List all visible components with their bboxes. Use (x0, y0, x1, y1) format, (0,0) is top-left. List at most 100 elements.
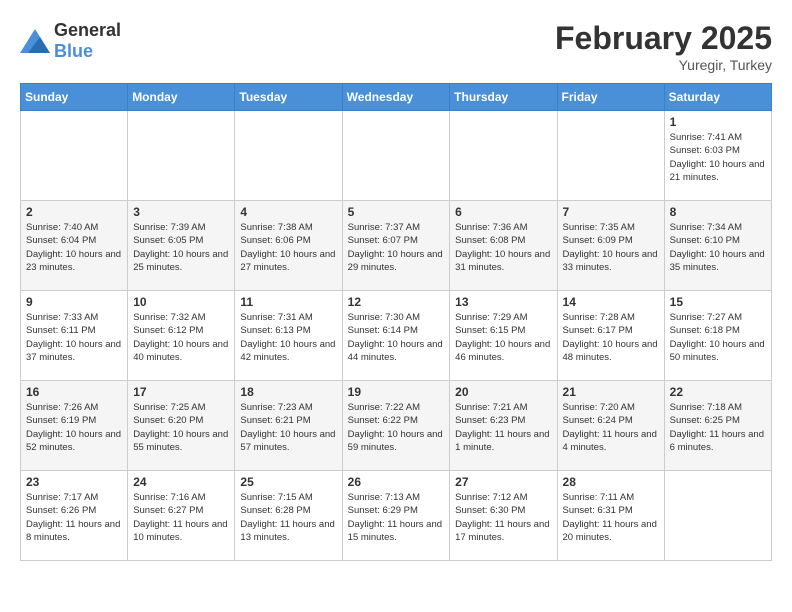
day-info: Sunrise: 7:32 AMSunset: 6:12 PMDaylight:… (133, 311, 229, 364)
day-cell: 26 Sunrise: 7:13 AMSunset: 6:29 PMDayligh… (342, 471, 450, 561)
day-cell: 27 Sunrise: 7:12 AMSunset: 6:30 PMDayligh… (450, 471, 557, 561)
logo-blue: Blue (54, 41, 93, 61)
day-info: Sunrise: 7:36 AMSunset: 6:08 PMDaylight:… (455, 221, 551, 274)
day-number: 2 (26, 205, 122, 219)
logo-icon (20, 29, 50, 53)
day-info: Sunrise: 7:23 AMSunset: 6:21 PMDaylight:… (240, 401, 336, 454)
day-cell: 23 Sunrise: 7:17 AMSunset: 6:26 PMDayligh… (21, 471, 128, 561)
day-cell: 19Sunrise: 7:22 AMSunset: 6:22 PMDayligh… (342, 381, 450, 471)
day-number: 11 (240, 295, 336, 309)
day-number: 7 (563, 205, 659, 219)
day-cell: 28 Sunrise: 7:11 AMSunset: 6:31 PMDayligh… (557, 471, 664, 561)
calendar-table: SundayMondayTuesdayWednesdayThursdayFrid… (20, 83, 772, 561)
day-cell: 3 Sunrise: 7:39 AMSunset: 6:05 PMDaylight… (128, 201, 235, 291)
page-header: General Blue February 2025 Yuregir, Turk… (20, 20, 772, 73)
day-number: 22 (670, 385, 766, 399)
day-cell (235, 111, 342, 201)
month-title: February 2025 (555, 20, 772, 57)
day-info: Sunrise: 7:35 AMSunset: 6:09 PMDaylight:… (563, 221, 659, 274)
day-cell: 4 Sunrise: 7:38 AMSunset: 6:06 PMDaylight… (235, 201, 342, 291)
day-cell: 20Sunrise: 7:21 AMSunset: 6:23 PMDayligh… (450, 381, 557, 471)
day-cell: 13 Sunrise: 7:29 AMSunset: 6:15 PMDayligh… (450, 291, 557, 381)
day-cell: 12Sunrise: 7:30 AMSunset: 6:14 PMDayligh… (342, 291, 450, 381)
week-row-3: 9Sunrise: 7:33 AMSunset: 6:11 PMDaylight… (21, 291, 772, 381)
day-cell (450, 111, 557, 201)
day-info: Sunrise: 7:21 AMSunset: 6:23 PMDaylight:… (455, 401, 551, 454)
day-cell: 8 Sunrise: 7:34 AMSunset: 6:10 PMDaylight… (664, 201, 771, 291)
day-info: Sunrise: 7:33 AMSunset: 6:11 PMDaylight:… (26, 311, 122, 364)
week-row-4: 16 Sunrise: 7:26 AMSunset: 6:19 PMDayligh… (21, 381, 772, 471)
day-number: 16 (26, 385, 122, 399)
day-number: 3 (133, 205, 229, 219)
day-number: 14 (563, 295, 659, 309)
day-cell: 15Sunrise: 7:27 AMSunset: 6:18 PMDayligh… (664, 291, 771, 381)
day-number: 5 (348, 205, 445, 219)
day-number: 18 (240, 385, 336, 399)
day-info: Sunrise: 7:11 AMSunset: 6:31 PMDaylight:… (563, 491, 659, 544)
day-info: Sunrise: 7:29 AMSunset: 6:15 PMDaylight:… (455, 311, 551, 364)
day-number: 15 (670, 295, 766, 309)
calendar-header-row: SundayMondayTuesdayWednesdayThursdayFrid… (21, 84, 772, 111)
day-cell: 10 Sunrise: 7:32 AMSunset: 6:12 PMDayligh… (128, 291, 235, 381)
day-number: 4 (240, 205, 336, 219)
day-cell: 6 Sunrise: 7:36 AMSunset: 6:08 PMDaylight… (450, 201, 557, 291)
day-number: 27 (455, 475, 551, 489)
day-info: Sunrise: 7:18 AMSunset: 6:25 PMDaylight:… (670, 401, 766, 454)
day-number: 28 (563, 475, 659, 489)
day-number: 10 (133, 295, 229, 309)
day-number: 17 (133, 385, 229, 399)
day-number: 24 (133, 475, 229, 489)
day-cell: 25 Sunrise: 7:15 AMSunset: 6:28 PMDayligh… (235, 471, 342, 561)
day-cell (342, 111, 450, 201)
location-title: Yuregir, Turkey (555, 57, 772, 73)
day-cell: 1 Sunrise: 7:41 AMSunset: 6:03 PMDaylight… (664, 111, 771, 201)
logo: General Blue (20, 20, 121, 62)
day-info: Sunrise: 7:41 AMSunset: 6:03 PMDaylight:… (670, 131, 766, 184)
day-cell (664, 471, 771, 561)
weekday-header-monday: Monday (128, 84, 235, 111)
day-info: Sunrise: 7:26 AMSunset: 6:19 PMDaylight:… (26, 401, 122, 454)
day-info: Sunrise: 7:28 AMSunset: 6:17 PMDaylight:… (563, 311, 659, 364)
day-info: Sunrise: 7:34 AMSunset: 6:10 PMDaylight:… (670, 221, 766, 274)
day-info: Sunrise: 7:12 AMSunset: 6:30 PMDaylight:… (455, 491, 551, 544)
day-info: Sunrise: 7:20 AMSunset: 6:24 PMDaylight:… (563, 401, 659, 454)
weekday-header-saturday: Saturday (664, 84, 771, 111)
logo-text: General Blue (54, 20, 121, 62)
day-cell: 2 Sunrise: 7:40 AMSunset: 6:04 PMDaylight… (21, 201, 128, 291)
day-info: Sunrise: 7:40 AMSunset: 6:04 PMDaylight:… (26, 221, 122, 274)
day-cell (21, 111, 128, 201)
day-cell: 22 Sunrise: 7:18 AMSunset: 6:25 PMDayligh… (664, 381, 771, 471)
day-info: Sunrise: 7:25 AMSunset: 6:20 PMDaylight:… (133, 401, 229, 454)
day-number: 25 (240, 475, 336, 489)
day-number: 8 (670, 205, 766, 219)
day-number: 23 (26, 475, 122, 489)
day-cell: 11 Sunrise: 7:31 AMSunset: 6:13 PMDayligh… (235, 291, 342, 381)
day-info: Sunrise: 7:17 AMSunset: 6:26 PMDaylight:… (26, 491, 122, 544)
weekday-header-tuesday: Tuesday (235, 84, 342, 111)
day-cell: 16 Sunrise: 7:26 AMSunset: 6:19 PMDayligh… (21, 381, 128, 471)
day-cell: 14 Sunrise: 7:28 AMSunset: 6:17 PMDayligh… (557, 291, 664, 381)
day-info: Sunrise: 7:39 AMSunset: 6:05 PMDaylight:… (133, 221, 229, 274)
weekday-header-sunday: Sunday (21, 84, 128, 111)
day-info: Sunrise: 7:30 AMSunset: 6:14 PMDaylight:… (348, 311, 445, 364)
day-number: 13 (455, 295, 551, 309)
day-info: Sunrise: 7:38 AMSunset: 6:06 PMDaylight:… (240, 221, 336, 274)
day-info: Sunrise: 7:15 AMSunset: 6:28 PMDaylight:… (240, 491, 336, 544)
day-cell: 21 Sunrise: 7:20 AMSunset: 6:24 PMDayligh… (557, 381, 664, 471)
day-number: 26 (348, 475, 445, 489)
title-block: February 2025 Yuregir, Turkey (555, 20, 772, 73)
day-number: 21 (563, 385, 659, 399)
day-info: Sunrise: 7:16 AMSunset: 6:27 PMDaylight:… (133, 491, 229, 544)
day-number: 6 (455, 205, 551, 219)
weekday-header-friday: Friday (557, 84, 664, 111)
week-row-2: 2 Sunrise: 7:40 AMSunset: 6:04 PMDaylight… (21, 201, 772, 291)
day-cell: 7 Sunrise: 7:35 AMSunset: 6:09 PMDaylight… (557, 201, 664, 291)
day-cell (128, 111, 235, 201)
day-info: Sunrise: 7:31 AMSunset: 6:13 PMDaylight:… (240, 311, 336, 364)
day-cell: 24 Sunrise: 7:16 AMSunset: 6:27 PMDayligh… (128, 471, 235, 561)
day-info: Sunrise: 7:13 AMSunset: 6:29 PMDaylight:… (348, 491, 445, 544)
day-number: 1 (670, 115, 766, 129)
day-cell: 5Sunrise: 7:37 AMSunset: 6:07 PMDaylight… (342, 201, 450, 291)
logo-general: General (54, 20, 121, 40)
week-row-5: 23 Sunrise: 7:17 AMSunset: 6:26 PMDayligh… (21, 471, 772, 561)
